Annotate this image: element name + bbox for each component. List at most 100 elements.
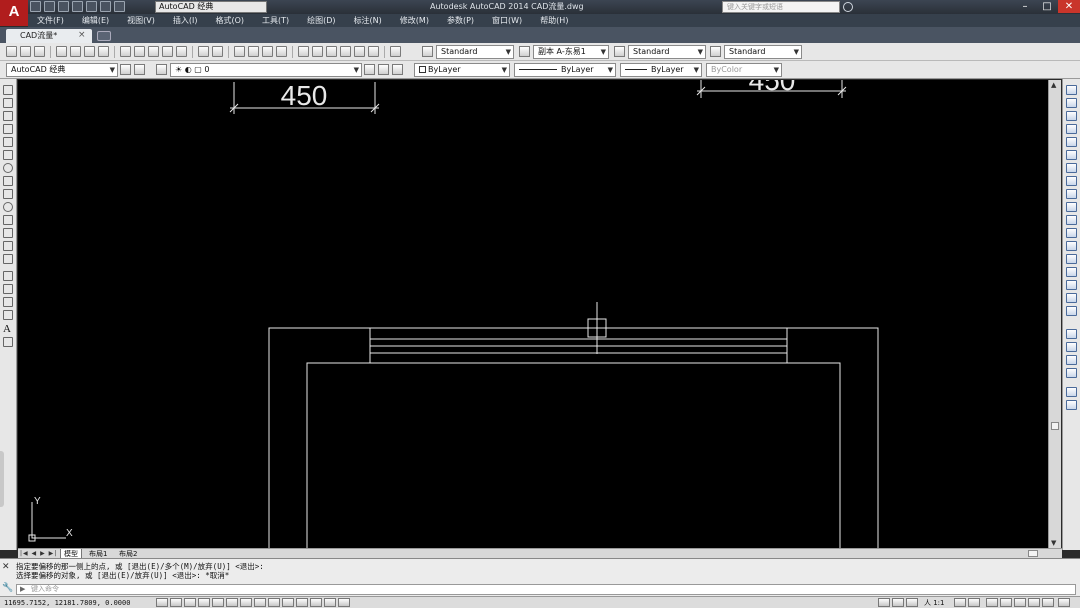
- arc-icon[interactable]: [3, 150, 13, 160]
- drawing-canvas[interactable]: 450 450 Y X: [18, 80, 1048, 548]
- chamfer-icon[interactable]: [1066, 267, 1077, 277]
- ortho-mode-toggle[interactable]: [198, 598, 210, 607]
- revision-cloud-icon[interactable]: [3, 176, 13, 186]
- preview-icon[interactable]: [70, 46, 81, 57]
- draw-order-above-icon[interactable]: [1066, 355, 1077, 365]
- transparency-toggle[interactable]: [310, 598, 322, 607]
- zoom-window-icon[interactable]: [262, 46, 273, 57]
- close-icon[interactable]: ✕: [2, 562, 12, 572]
- isolate-objects-icon[interactable]: [1028, 598, 1040, 607]
- annotation-visibility-icon[interactable]: [954, 598, 966, 607]
- close-button[interactable]: ✕: [1058, 0, 1080, 13]
- sign-in-area[interactable]: [860, 2, 930, 12]
- hardware-acceleration-icon[interactable]: [1014, 598, 1026, 607]
- design-center-icon[interactable]: [312, 46, 323, 57]
- rotate-icon[interactable]: [1066, 163, 1077, 173]
- match-properties-icon[interactable]: [162, 46, 173, 57]
- object-snap-toggle[interactable]: [226, 598, 238, 607]
- 3d-dwf-icon[interactable]: [98, 46, 109, 57]
- menu-insert[interactable]: 插入(I): [164, 14, 207, 27]
- fillet-icon[interactable]: [1066, 280, 1077, 290]
- copy-object-icon[interactable]: [1066, 98, 1077, 108]
- dim-style-icon[interactable]: [519, 46, 530, 57]
- workspace-switching-icon[interactable]: [986, 598, 998, 607]
- make-block-icon[interactable]: [3, 241, 13, 251]
- customize-icon[interactable]: [134, 64, 145, 75]
- point-icon[interactable]: [3, 254, 13, 264]
- move-icon[interactable]: [1066, 150, 1077, 160]
- rectangle-icon[interactable]: [3, 137, 13, 147]
- block-editor-icon[interactable]: [176, 46, 187, 57]
- grid-display-toggle[interactable]: [184, 598, 196, 607]
- help-icon[interactable]: [390, 46, 401, 57]
- dynamic-ucs-toggle[interactable]: [268, 598, 280, 607]
- horizontal-scroll-thumb[interactable]: [1028, 550, 1038, 557]
- menu-format[interactable]: 格式(O): [206, 14, 253, 27]
- selection-cycling-toggle[interactable]: [338, 598, 350, 607]
- layer-dropdown[interactable]: ☀ ◐ ▢ 0 ▼: [170, 63, 362, 77]
- markup-icon[interactable]: [354, 46, 365, 57]
- zoom-previous-icon[interactable]: [276, 46, 287, 57]
- draw-order-back-icon[interactable]: [1066, 342, 1077, 352]
- menu-help[interactable]: 帮助(H): [531, 14, 577, 27]
- undo-icon[interactable]: [198, 46, 209, 57]
- pan-icon[interactable]: [234, 46, 245, 57]
- menu-modify[interactable]: 修改(M): [391, 14, 438, 27]
- menu-window[interactable]: 窗口(W): [483, 14, 531, 27]
- save-icon[interactable]: [58, 1, 69, 12]
- multileader-style-icon[interactable]: [710, 46, 721, 57]
- model-space-toggle[interactable]: [878, 598, 890, 607]
- linetype-dropdown[interactable]: ByLayer ▼: [514, 63, 616, 77]
- region-icon[interactable]: [3, 297, 13, 307]
- close-tab-icon[interactable]: ×: [78, 29, 86, 41]
- multiline-text-icon[interactable]: A: [3, 324, 11, 335]
- offset-icon[interactable]: [1066, 124, 1077, 134]
- publish-icon[interactable]: [84, 46, 95, 57]
- ellipse-arc-icon[interactable]: [3, 215, 13, 225]
- scroll-down-icon[interactable]: ▼: [1051, 539, 1056, 547]
- redo-icon[interactable]: [114, 1, 125, 12]
- palette-handle[interactable]: [0, 451, 4, 507]
- qnew-icon[interactable]: [6, 46, 17, 57]
- multileader-style-dropdown[interactable]: Standard ▼: [724, 45, 802, 59]
- layer-previous-icon[interactable]: [378, 64, 389, 75]
- customize-icon[interactable]: 🔧: [2, 583, 13, 593]
- menu-draw[interactable]: 绘图(D): [298, 14, 344, 27]
- lock-icon[interactable]: [1000, 598, 1012, 607]
- polar-tracking-toggle[interactable]: [212, 598, 224, 607]
- help-search-input[interactable]: 键入关键字或短语: [722, 1, 840, 13]
- insert-block-icon[interactable]: [3, 228, 13, 238]
- open-file-icon[interactable]: [44, 1, 55, 12]
- polygon-icon[interactable]: [3, 124, 13, 134]
- plot-icon[interactable]: [56, 46, 67, 57]
- join-icon[interactable]: [1066, 254, 1077, 264]
- break-icon[interactable]: [1066, 241, 1077, 251]
- lineweight-dropdown[interactable]: ByLayer ▼: [620, 63, 702, 77]
- maximize-button[interactable]: □: [1036, 0, 1058, 13]
- properties-icon[interactable]: [298, 46, 309, 57]
- layer-isolate-icon[interactable]: [392, 64, 403, 75]
- blend-curves-icon[interactable]: [1066, 293, 1077, 303]
- sheet-set-icon[interactable]: [340, 46, 351, 57]
- make-current-layer-icon[interactable]: [364, 64, 375, 75]
- paste-icon[interactable]: [148, 46, 159, 57]
- circle-icon[interactable]: [3, 163, 13, 173]
- menu-file[interactable]: 文件(F): [28, 14, 73, 27]
- mirror-icon[interactable]: [1066, 111, 1077, 121]
- line-icon[interactable]: [3, 85, 13, 95]
- workspace-toolbar-dropdown[interactable]: AutoCAD 经典 ▼: [6, 63, 118, 77]
- table-style-dropdown[interactable]: Standard ▼: [628, 45, 706, 59]
- open-icon[interactable]: [20, 46, 31, 57]
- break-at-point-icon[interactable]: [1066, 228, 1077, 238]
- menu-dimension[interactable]: 标注(N): [345, 14, 391, 27]
- undo-icon[interactable]: [100, 1, 111, 12]
- gradient-icon[interactable]: [3, 284, 13, 294]
- calculator-icon[interactable]: [368, 46, 379, 57]
- redo-icon[interactable]: [212, 46, 223, 57]
- clean-screen-icon[interactable]: [1058, 598, 1070, 607]
- vertical-scrollbar[interactable]: ▲ ▼: [1048, 80, 1061, 548]
- menu-view[interactable]: 视图(V): [118, 14, 164, 27]
- spline-icon[interactable]: [3, 189, 13, 199]
- copy-icon[interactable]: [134, 46, 145, 57]
- erase-icon[interactable]: [1066, 85, 1077, 95]
